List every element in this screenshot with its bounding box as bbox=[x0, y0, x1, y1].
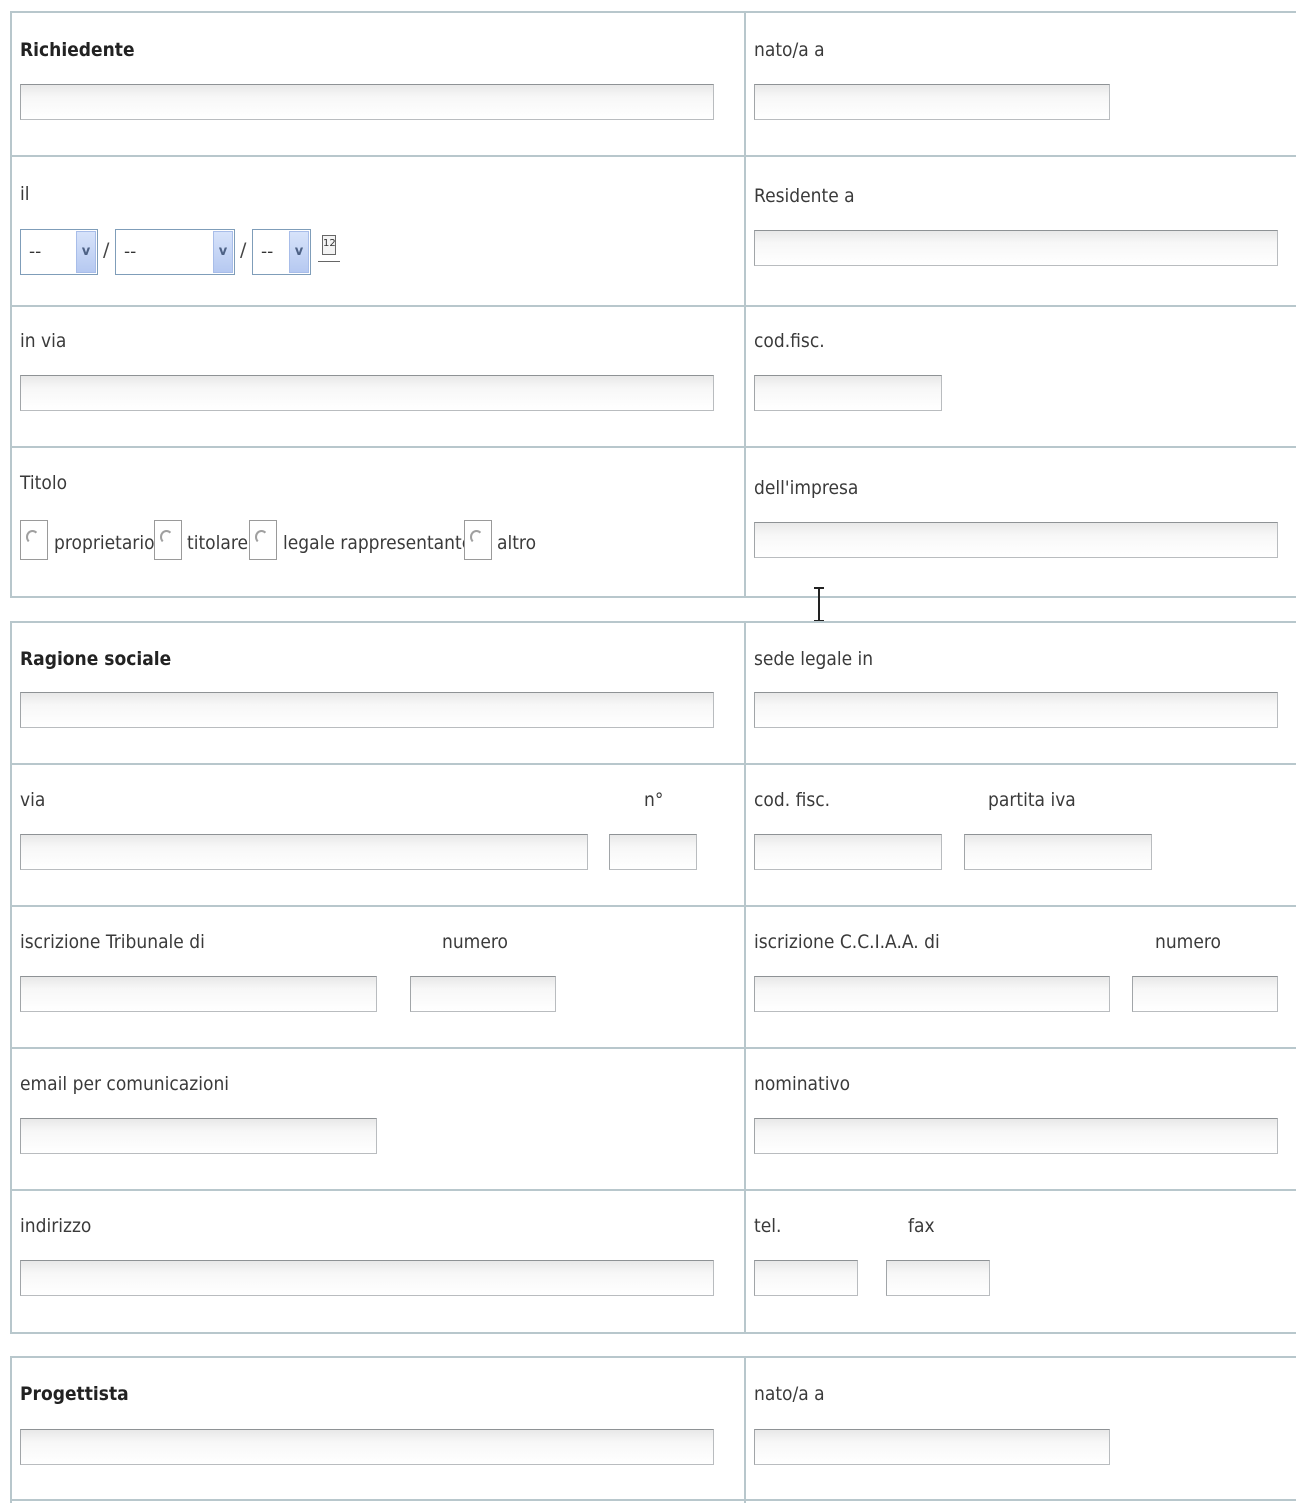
month-select[interactable]: -- v bbox=[115, 229, 235, 275]
in-via-label: in via bbox=[20, 330, 67, 352]
nominativo-label: nominativo bbox=[754, 1073, 851, 1095]
indirizzo-input[interactable] bbox=[20, 1260, 714, 1296]
row-titolo: Titolo proprietario titolare legale rapp… bbox=[12, 448, 1296, 598]
progettista-label: Progettista bbox=[20, 1383, 129, 1405]
sede-legale-label: sede legale in bbox=[754, 648, 874, 670]
impresa-section: Ragione sociale sede legale in via n° co… bbox=[10, 621, 1296, 1334]
row-indirizzo: in via cod.fisc. bbox=[12, 307, 1296, 448]
row-ragione-sociale: Ragione sociale sede legale in bbox=[12, 623, 1296, 765]
ragione-sociale-input[interactable] bbox=[20, 692, 714, 728]
numero-cciaa-label: numero bbox=[1155, 931, 1221, 953]
indirizzo-label: indirizzo bbox=[20, 1215, 92, 1237]
cod-fisc-impresa-input[interactable] bbox=[754, 834, 942, 870]
radio-legale-rappresentante[interactable] bbox=[249, 520, 277, 560]
row-contatti: indirizzo tel. fax bbox=[12, 1191, 1296, 1334]
chevron-down-icon: v bbox=[289, 231, 309, 273]
date-separator: / bbox=[240, 239, 247, 261]
iscrizione-cciaa-input[interactable] bbox=[754, 976, 1110, 1012]
radio-label-altro: altro bbox=[497, 532, 537, 554]
progettista-section: Progettista nato/a a bbox=[10, 1356, 1296, 1503]
chevron-down-icon: v bbox=[213, 231, 233, 273]
residente-a-label: Residente a bbox=[754, 185, 855, 207]
iscrizione-cciaa-label: iscrizione C.C.I.A.A. di bbox=[754, 931, 940, 953]
text-cursor-icon bbox=[813, 586, 825, 622]
in-via-input[interactable] bbox=[20, 375, 714, 411]
titolo-label: Titolo bbox=[20, 472, 68, 494]
progettista-nato-a-input[interactable] bbox=[754, 1429, 1110, 1465]
row-iscrizioni: iscrizione Tribunale di numero iscrizion… bbox=[12, 907, 1296, 1049]
dell-impresa-input[interactable] bbox=[754, 522, 1278, 558]
radio-label-proprietario: proprietario bbox=[54, 532, 155, 554]
day-select[interactable]: -- v bbox=[20, 229, 98, 275]
numero-tribunale-label: numero bbox=[442, 931, 508, 953]
radio-titolare[interactable] bbox=[154, 520, 182, 560]
dell-impresa-label: dell'impresa bbox=[754, 477, 859, 499]
radio-proprietario[interactable] bbox=[20, 520, 48, 560]
numero-civico-label: n° bbox=[644, 789, 664, 811]
ragione-sociale-label: Ragione sociale bbox=[20, 648, 172, 670]
chevron-down-icon: v bbox=[76, 231, 96, 273]
progettista-nato-a-label: nato/a a bbox=[754, 1383, 825, 1405]
row-data-nascita: il -- v / -- v / -- v 12 Residente a bbox=[12, 157, 1296, 307]
fax-input[interactable] bbox=[886, 1260, 990, 1296]
progettista-input[interactable] bbox=[20, 1429, 714, 1465]
partita-iva-label: partita iva bbox=[988, 789, 1076, 811]
richiedente-section: Richiedente nato/a a il -- v / -- v / --… bbox=[10, 11, 1296, 598]
tel-label: tel. bbox=[754, 1215, 782, 1237]
nominativo-input[interactable] bbox=[754, 1118, 1278, 1154]
radio-label-titolare: titolare bbox=[187, 532, 249, 554]
partita-iva-input[interactable] bbox=[964, 834, 1152, 870]
calendar-icon[interactable]: 12 bbox=[322, 235, 336, 255]
email-label: email per comunicazioni bbox=[20, 1073, 230, 1095]
via-label: via bbox=[20, 789, 46, 811]
row-via: via n° cod. fisc. partita iva bbox=[12, 765, 1296, 907]
row-richiedente: Richiedente nato/a a bbox=[12, 13, 1296, 157]
radio-altro[interactable] bbox=[464, 520, 492, 560]
richiedente-label: Richiedente bbox=[20, 39, 135, 61]
nato-a-label: nato/a a bbox=[754, 39, 825, 61]
il-label: il bbox=[20, 183, 30, 205]
nato-a-input[interactable] bbox=[754, 84, 1110, 120]
date-separator: / bbox=[103, 239, 110, 261]
numero-tribunale-input[interactable] bbox=[410, 976, 556, 1012]
fax-label: fax bbox=[908, 1215, 935, 1237]
tel-input[interactable] bbox=[754, 1260, 858, 1296]
radio-label-legale-rappresentante: legale rappresentante bbox=[283, 532, 473, 554]
richiedente-input[interactable] bbox=[20, 84, 714, 120]
residente-a-input[interactable] bbox=[754, 230, 1278, 266]
numero-cciaa-input[interactable] bbox=[1132, 976, 1278, 1012]
cod-fisc-label: cod.fisc. bbox=[754, 330, 825, 352]
sede-legale-input[interactable] bbox=[754, 692, 1278, 728]
iscrizione-tribunale-label: iscrizione Tribunale di bbox=[20, 931, 205, 953]
calendar-link-underline bbox=[318, 261, 340, 262]
cod-fisc-impresa-label: cod. fisc. bbox=[754, 789, 831, 811]
year-select[interactable]: -- v bbox=[252, 229, 311, 275]
row-progettista: Progettista nato/a a bbox=[12, 1358, 1296, 1501]
via-input[interactable] bbox=[20, 834, 588, 870]
email-input[interactable] bbox=[20, 1118, 377, 1154]
row-email: email per comunicazioni nominativo bbox=[12, 1049, 1296, 1191]
iscrizione-tribunale-input[interactable] bbox=[20, 976, 377, 1012]
numero-civico-input[interactable] bbox=[609, 834, 697, 870]
cod-fisc-input[interactable] bbox=[754, 375, 942, 411]
